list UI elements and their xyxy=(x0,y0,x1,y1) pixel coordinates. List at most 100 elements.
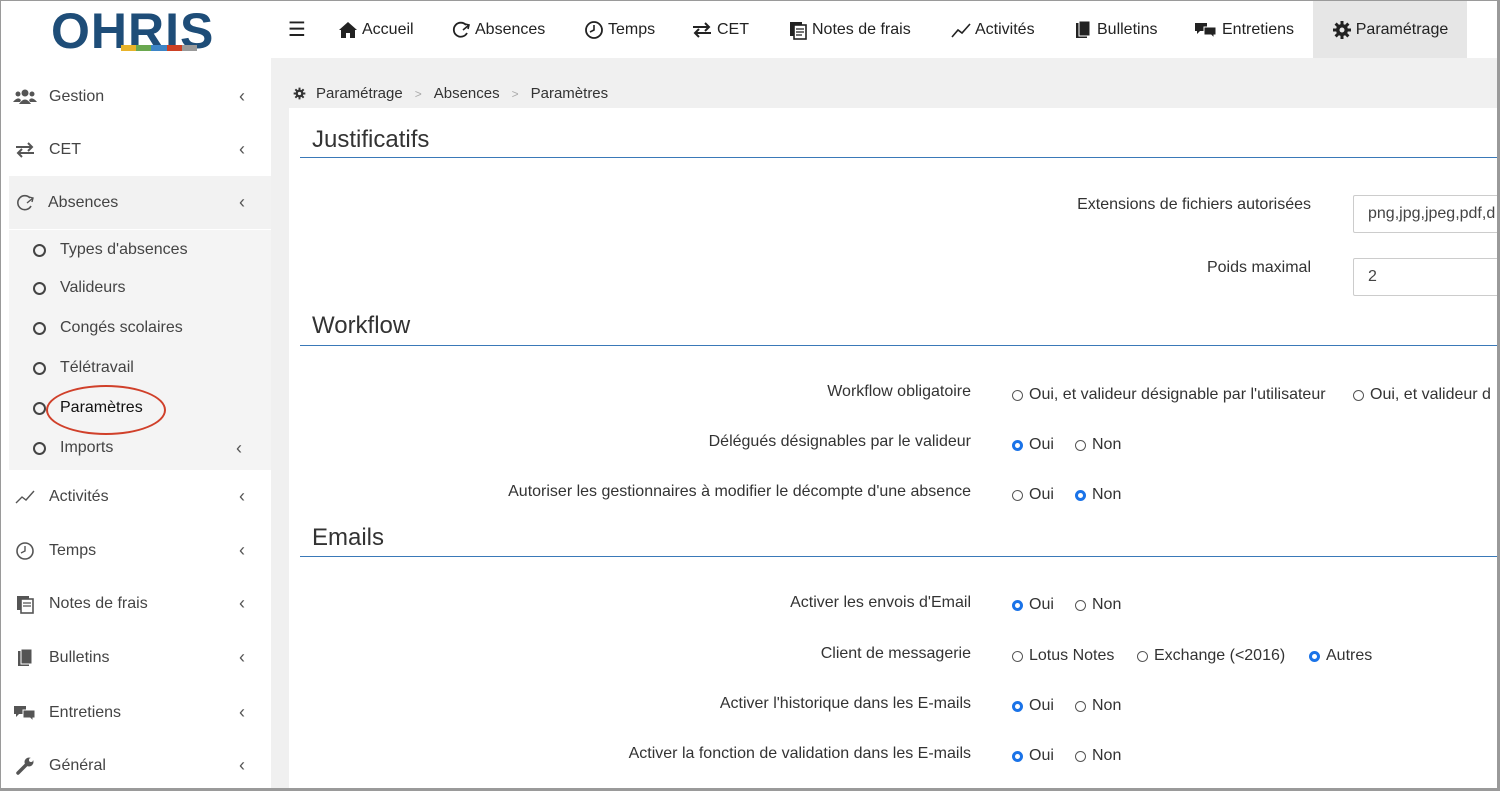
sidebar-item-notes-de-frais[interactable]: Notes de frais ‹ xyxy=(1,577,271,630)
client-lotus-notes[interactable]: Lotus Notes xyxy=(1012,647,1114,665)
envois-email-oui[interactable]: Oui xyxy=(1012,596,1054,614)
breadcrumb-separator: > xyxy=(414,86,422,101)
poids-maximal-input[interactable]: 2 xyxy=(1353,258,1497,296)
nav-absences[interactable]: Absences xyxy=(451,1,545,58)
autoriser-oui[interactable]: Oui xyxy=(1012,486,1054,504)
workflow-obligatoire-option-2[interactable]: Oui, et valideur d xyxy=(1353,386,1491,404)
clock-icon xyxy=(585,20,603,39)
radio-label: Oui xyxy=(1029,697,1054,714)
radio-label: Oui, et valideur désignable par l'utilis… xyxy=(1029,386,1326,403)
client-messagerie-label: Client de messagerie xyxy=(820,645,971,662)
app-logo[interactable]: OHRIS xyxy=(51,6,231,56)
nav-label: CET xyxy=(717,20,749,38)
envois-email-non[interactable]: Non xyxy=(1075,596,1121,614)
nav-accueil[interactable]: Accueil xyxy=(338,1,414,58)
radio-button-checked[interactable] xyxy=(1075,489,1086,501)
autoriser-non[interactable]: Non xyxy=(1075,486,1121,504)
radio-label: Autres xyxy=(1326,647,1373,664)
radio-label: Non xyxy=(1092,697,1122,714)
chart-line-icon xyxy=(13,487,37,507)
section-title-justificatifs: Justificatifs xyxy=(312,126,430,153)
breadcrumb-parametrage[interactable]: Paramétrage xyxy=(316,85,403,102)
client-autres[interactable]: Autres xyxy=(1309,647,1372,665)
radio-button-checked[interactable] xyxy=(1012,750,1023,762)
delegues-oui[interactable]: Oui xyxy=(1012,436,1054,454)
sidebar-item-label: Temps xyxy=(49,541,97,559)
historique-oui[interactable]: Oui xyxy=(1012,697,1054,715)
nav-activites[interactable]: Activités xyxy=(951,1,1035,58)
transfer-arrows-icon xyxy=(13,140,37,160)
validation-non[interactable]: Non xyxy=(1075,747,1121,765)
radio-label: Lotus Notes xyxy=(1029,647,1115,664)
submenu-item-conges-scolaires[interactable]: Congés scolaires xyxy=(9,308,271,348)
radio-label: Non xyxy=(1092,436,1122,453)
submenu-item-parametres[interactable]: Paramètres xyxy=(9,388,271,428)
radio-button-checked[interactable] xyxy=(1012,700,1023,712)
radio-button[interactable] xyxy=(1012,489,1023,501)
radio-button[interactable] xyxy=(1075,599,1086,611)
submenu-item-valideurs[interactable]: Valideurs xyxy=(9,268,271,308)
chevron-left-icon: ‹ xyxy=(239,593,245,613)
historique-non[interactable]: Non xyxy=(1075,697,1121,715)
extensions-label: Extensions de fichiers autorisées xyxy=(1077,196,1311,213)
submenu-item-types-absences[interactable]: Types d'absences xyxy=(9,230,271,270)
circle-icon xyxy=(33,441,46,455)
chevron-left-icon: ‹ xyxy=(239,647,245,667)
validation-oui[interactable]: Oui xyxy=(1012,747,1054,765)
sidebar-item-temps[interactable]: Temps ‹ xyxy=(1,524,271,577)
nav-label: Bulletins xyxy=(1097,20,1158,38)
sidebar-item-label: Général xyxy=(49,756,106,774)
workflow-obligatoire-option-1[interactable]: Oui, et valideur désignable par l'utilis… xyxy=(1012,386,1326,404)
sidebar-item-cet[interactable]: CET ‹ xyxy=(1,123,271,176)
extensions-input[interactable]: png,jpg,jpeg,pdf,d xyxy=(1353,195,1497,233)
radio-button[interactable] xyxy=(1012,650,1023,662)
radio-button-checked[interactable] xyxy=(1309,650,1320,662)
nav-parametrage[interactable]: Paramétrage xyxy=(1313,1,1467,58)
chevron-left-icon: ‹ xyxy=(239,755,245,775)
sidebar-item-entretiens[interactable]: Entretiens ‹ xyxy=(1,686,271,739)
submenu-item-label: Congés scolaires xyxy=(60,319,183,336)
delegues-non[interactable]: Non xyxy=(1075,436,1121,454)
radio-button-checked[interactable] xyxy=(1012,599,1023,611)
top-navbar: OHRIS ☰ Accueil Absences Temps CET Notes… xyxy=(1,1,1497,58)
section-divider xyxy=(300,345,1497,346)
menu-toggle-icon[interactable]: ☰ xyxy=(288,17,306,42)
submenu-item-label: Télétravail xyxy=(60,359,134,376)
radio-button-checked[interactable] xyxy=(1012,439,1023,451)
nav-temps[interactable]: Temps xyxy=(584,1,655,58)
submenu-item-teletravail[interactable]: Télétravail xyxy=(9,348,271,388)
radio-label: Non xyxy=(1092,486,1122,503)
nav-bulletins[interactable]: Bulletins xyxy=(1073,1,1157,58)
radio-button[interactable] xyxy=(1012,389,1023,401)
radio-button[interactable] xyxy=(1075,439,1086,451)
client-exchange[interactable]: Exchange (<2016) xyxy=(1137,647,1285,665)
chevron-left-icon: ‹ xyxy=(239,86,245,106)
gear-icon xyxy=(1332,20,1351,39)
nav-cet[interactable]: CET xyxy=(691,1,749,58)
radio-button[interactable] xyxy=(1137,650,1148,662)
nav-entretiens[interactable]: Entretiens xyxy=(1194,1,1294,58)
radio-button[interactable] xyxy=(1353,389,1364,401)
breadcrumb-absences[interactable]: Absences xyxy=(434,85,500,102)
nav-label: Notes de frais xyxy=(812,20,911,38)
radio-button[interactable] xyxy=(1075,750,1086,762)
nav-notes-de-frais[interactable]: Notes de frais xyxy=(788,1,911,58)
circle-icon xyxy=(33,361,46,375)
submenu-item-label: Types d'absences xyxy=(60,241,188,258)
submenu-item-imports[interactable]: Imports ‹ xyxy=(9,428,271,468)
sidebar-item-absences[interactable]: Absences ‹ xyxy=(9,176,271,229)
sidebar-item-general[interactable]: Général ‹ xyxy=(1,739,271,788)
sidebar-item-bulletins[interactable]: Bulletins ‹ xyxy=(1,631,271,684)
document-icon xyxy=(1076,20,1091,38)
sidebar-item-gestion[interactable]: Gestion ‹ xyxy=(1,70,271,123)
radio-label: Oui, et valideur d xyxy=(1370,386,1491,403)
receipt-icon xyxy=(13,594,37,614)
chevron-left-icon: ‹ xyxy=(239,702,245,722)
sidebar-item-activites[interactable]: Activités ‹ xyxy=(1,470,271,523)
sidebar-item-label: Absences xyxy=(48,193,119,211)
chevron-left-icon: ‹ xyxy=(239,486,245,506)
home-icon xyxy=(339,21,357,38)
section-divider xyxy=(300,157,1497,158)
radio-button[interactable] xyxy=(1075,700,1086,712)
section-divider xyxy=(300,556,1497,557)
